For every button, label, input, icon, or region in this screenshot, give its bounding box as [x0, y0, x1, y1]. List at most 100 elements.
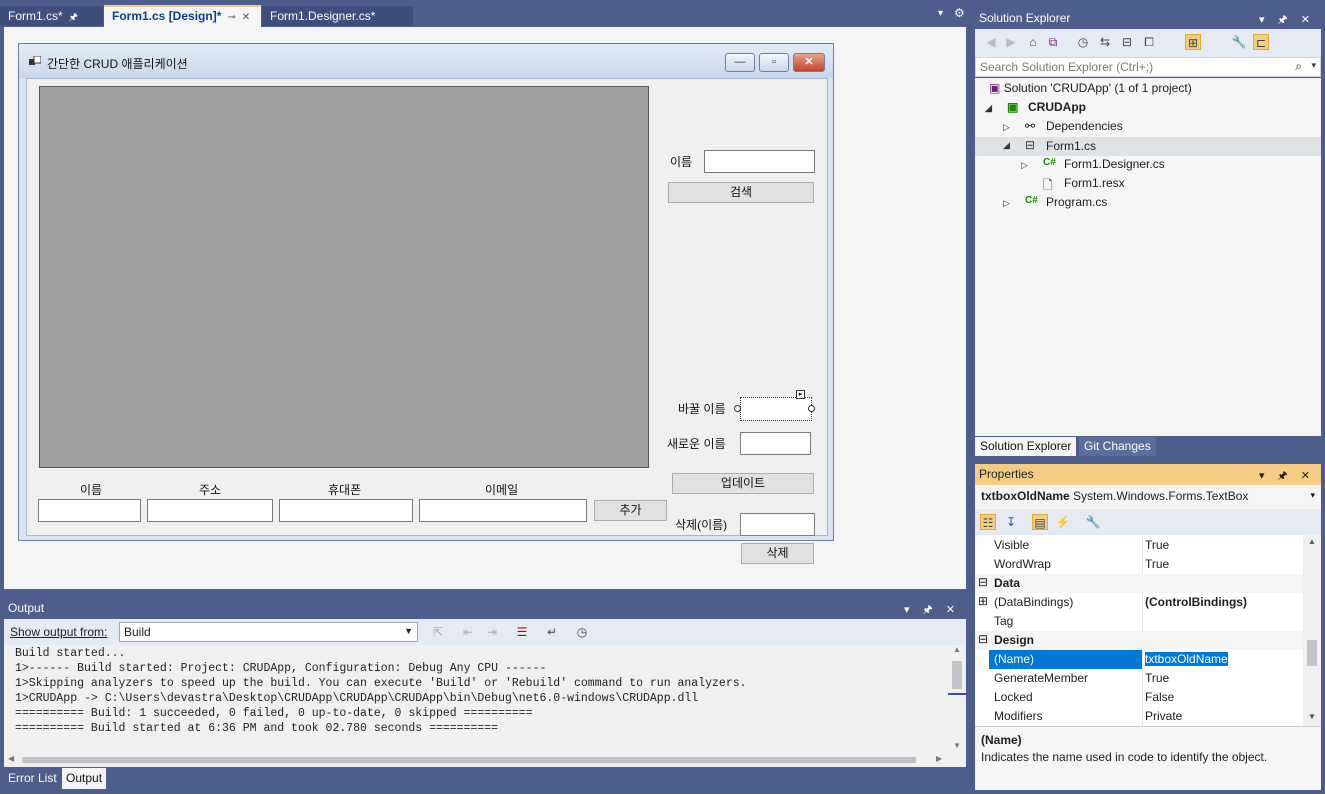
switch-views-icon[interactable]: ⧉ [1045, 34, 1061, 50]
home-icon[interactable]: ⌂ [1025, 34, 1041, 50]
phone-input[interactable] [279, 499, 413, 522]
scroll-down-icon[interactable]: ▼ [1308, 712, 1316, 721]
tree-item-form1-cs[interactable]: ◢ ⊟ Form1.cs [975, 137, 1321, 156]
old-name-input[interactable] [740, 397, 812, 421]
data-grid-view[interactable] [39, 86, 649, 468]
expanded-arrow-icon[interactable]: ◢ [1003, 140, 1010, 151]
solution-search-input[interactable]: Search Solution Explorer (Ctrl+;) ⌕ ▾ [975, 57, 1321, 77]
close-icon[interactable]: ✕ [793, 53, 825, 72]
output-source-select[interactable]: Build ▼ [119, 622, 418, 642]
clear-all-icon[interactable]: ☰ [514, 624, 530, 640]
back-icon[interactable]: ◀ [983, 34, 999, 50]
close-icon[interactable]: ✕ [242, 12, 250, 23]
collapsed-arrow-icon[interactable]: ▷ [1021, 160, 1028, 171]
previous-message-icon[interactable]: ⇤ [460, 624, 476, 640]
resize-handle-right[interactable] [808, 405, 815, 412]
property-row[interactable]: Modifiers Private [975, 707, 1303, 726]
events-icon[interactable]: ⚡ [1055, 514, 1071, 530]
form-client-area[interactable]: 이름 검색 바꿀 이름 ▸ 새로운 이름 업데이트 삭제(이름) 삭제 [26, 78, 828, 564]
word-wrap-icon[interactable]: ↵ [544, 624, 560, 640]
pin-icon[interactable]: ⊸ [227, 12, 235, 23]
property-row[interactable]: WordWrap True [975, 555, 1303, 574]
tab-output[interactable]: Output [62, 768, 107, 789]
tab-overflow-icon[interactable]: ▾ [938, 8, 943, 19]
history-icon[interactable]: ◷ [1075, 34, 1091, 50]
property-value[interactable]: txtboxOldName [1144, 651, 1229, 667]
property-category[interactable]: ⊟ Design [975, 631, 1303, 650]
output-text[interactable]: Build started... 1>------ Build started: … [4, 645, 948, 753]
update-button[interactable]: 업데이트 [672, 473, 814, 494]
property-value[interactable]: False [1145, 690, 1174, 704]
scroll-thumb[interactable] [22, 757, 916, 763]
minimize-icon[interactable]: — [725, 53, 755, 72]
property-row[interactable]: Locked False [975, 688, 1303, 707]
form-window[interactable]: 간단한 CRUD 애플리케이션 — ▫ ✕ 이름 검색 바꿀 이름 ▸ 새로운 … [18, 43, 834, 564]
tab-git-changes[interactable]: Git Changes [1079, 437, 1156, 456]
search-button[interactable]: 검색 [668, 182, 814, 203]
forward-icon[interactable]: ▶ [1003, 34, 1019, 50]
property-grid[interactable]: Visible True WordWrap True ⊟ Data ⊞ (DataBin… [975, 535, 1321, 726]
sync-icon[interactable]: ⇆ [1097, 34, 1113, 50]
scroll-left-icon[interactable]: ◀ [8, 754, 14, 763]
alphabetical-icon[interactable]: ↧ [1003, 514, 1019, 530]
goto-message-icon[interactable]: ⇱ [430, 624, 446, 640]
property-row[interactable]: ⊞ (DataBindings) (ControlBindings) [975, 593, 1303, 612]
form-titlebar[interactable]: 간단한 CRUD 애플리케이션 — ▫ ✕ [19, 44, 833, 78]
panel-window-buttons[interactable]: ▾ 🖈 ✕ [1259, 11, 1315, 30]
expand-icon[interactable]: ⊞ [978, 594, 988, 608]
solution-tree[interactable]: ▣ Solution 'CRUDApp' (1 of 1 project) ◢ … [975, 78, 1321, 436]
scroll-down-icon[interactable]: ▼ [953, 741, 961, 750]
search-icon[interactable]: ⌕ [1295, 59, 1302, 74]
output-horizontal-scrollbar[interactable]: ◀ ▶ [4, 753, 966, 767]
property-value[interactable]: True [1145, 557, 1169, 571]
properties-object-selector[interactable]: txtboxOldName System.Windows.Forms.TextB… [975, 485, 1321, 509]
wrench-icon[interactable]: 🔧 [1231, 34, 1247, 50]
delete-name-input[interactable] [740, 513, 815, 536]
scroll-up-icon[interactable]: ▲ [1308, 537, 1316, 546]
property-row[interactable]: Visible True [975, 536, 1303, 555]
pin-icon[interactable]: 🖈 [69, 12, 78, 23]
properties-icon[interactable]: ▤ [1032, 514, 1048, 530]
filter-icon[interactable]: ⊞ [1185, 34, 1201, 50]
property-value[interactable]: True [1145, 671, 1169, 685]
resize-handle-left[interactable] [734, 405, 741, 412]
panel-window-buttons[interactable]: ▾ 🖈 ✕ [1259, 467, 1315, 486]
new-name-input[interactable] [740, 432, 811, 455]
chevron-down-icon[interactable]: ▾ [1311, 60, 1316, 71]
property-value[interactable]: (ControlBindings) [1145, 595, 1247, 609]
categorized-icon[interactable]: ☷ [980, 514, 996, 530]
property-grid-scrollbar[interactable]: ▲ ▼ [1303, 535, 1321, 726]
show-all-files-icon[interactable]: ⧠ [1141, 34, 1157, 50]
tab-form1-designer-cs[interactable]: Form1.Designer.cs* [262, 6, 413, 26]
clock-icon[interactable]: ◷ [574, 624, 590, 640]
property-pages-icon[interactable]: 🔧 [1085, 514, 1101, 530]
property-row[interactable]: GenerateMember True [975, 669, 1303, 688]
collapse-icon[interactable]: ⊟ [978, 632, 988, 646]
collapsed-arrow-icon[interactable]: ▷ [1003, 122, 1010, 133]
delete-button[interactable]: 삭제 [741, 543, 814, 564]
output-vertical-scrollbar[interactable]: ▲ ▼ [948, 645, 966, 753]
expanded-arrow-icon[interactable]: ◢ [985, 103, 992, 114]
collapsed-arrow-icon[interactable]: ▷ [1003, 198, 1010, 209]
add-button[interactable]: 추가 [594, 500, 667, 521]
address-input[interactable] [147, 499, 273, 522]
maximize-icon[interactable]: ▫ [759, 53, 789, 72]
scroll-thumb[interactable] [1307, 640, 1317, 666]
tab-form1-cs[interactable]: Form1.cs* 🖈 [0, 6, 103, 26]
property-row[interactable]: Tag [975, 612, 1303, 631]
preview-icon[interactable]: ⊏ [1253, 34, 1269, 50]
tab-solution-explorer[interactable]: Solution Explorer [975, 437, 1077, 456]
search-name-input[interactable] [704, 150, 815, 173]
scroll-right-icon[interactable]: ▶ [936, 754, 942, 763]
property-value[interactable]: True [1145, 538, 1169, 552]
tab-form1-design[interactable]: Form1.cs [Design]* ⊸ ✕ [104, 5, 261, 27]
gear-icon[interactable]: ⚙ [954, 6, 965, 20]
property-value[interactable]: Private [1145, 709, 1182, 723]
scroll-up-icon[interactable]: ▲ [953, 645, 961, 654]
property-category[interactable]: ⊟ Data [975, 574, 1303, 593]
property-row-selected[interactable]: (Name) txtboxOldName [975, 650, 1303, 669]
output-panel-header[interactable]: Output ▾ 🖈 ✕ [4, 598, 966, 619]
panel-window-buttons[interactable]: ▾ 🖈 ✕ [904, 601, 960, 620]
tab-error-list[interactable]: Error List [4, 768, 61, 789]
tree-item-solution[interactable]: ▣ Solution 'CRUDApp' (1 of 1 project) [989, 81, 1192, 100]
